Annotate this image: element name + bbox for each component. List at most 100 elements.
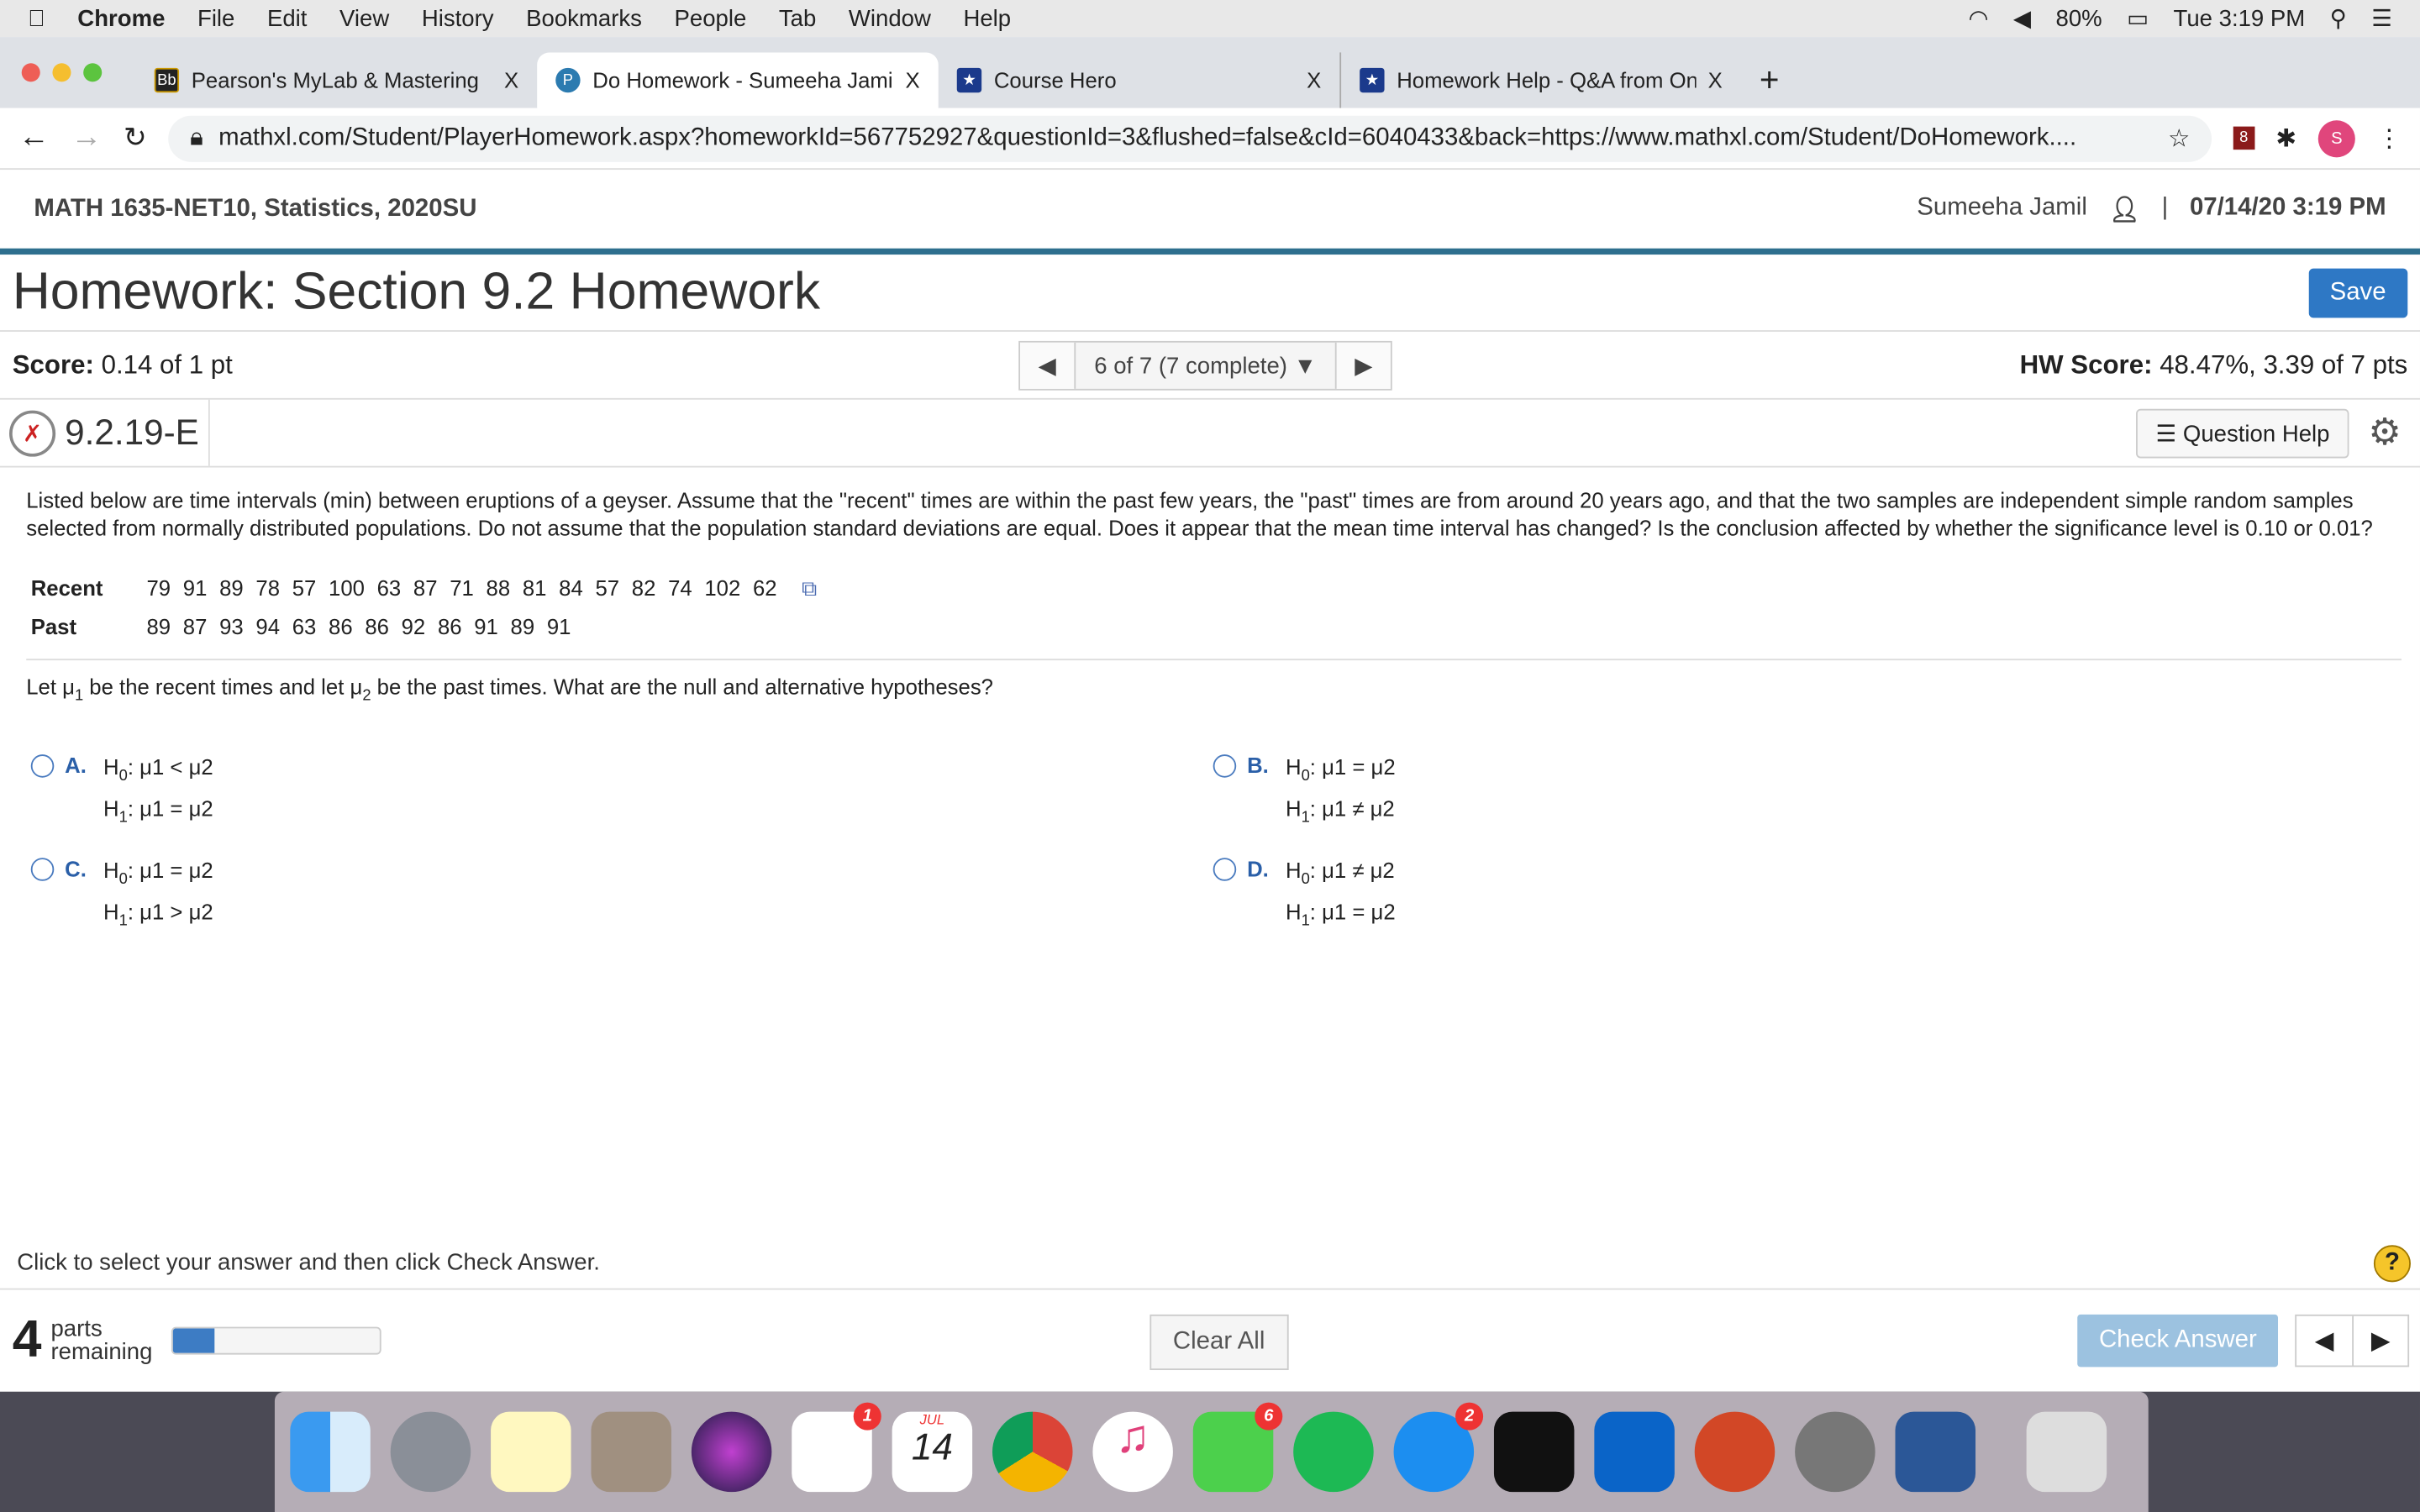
- close-tab-icon[interactable]: X: [1708, 68, 1723, 92]
- menu-view[interactable]: View: [339, 5, 389, 31]
- app-store-icon[interactable]: 2: [1393, 1402, 1484, 1493]
- siri-icon[interactable]: [691, 1411, 772, 1493]
- volume-icon[interactable]: ◀: [2013, 5, 2031, 33]
- close-tab-icon[interactable]: X: [1307, 68, 1321, 92]
- data-value: 87: [413, 575, 438, 601]
- help-button[interactable]: ?: [2373, 1245, 2411, 1283]
- notes-icon[interactable]: [491, 1411, 571, 1493]
- answer-option-d[interactable]: D. H0: μ1 ≠ μ2 H1: μ1 = μ2: [1213, 855, 2294, 937]
- menu-help[interactable]: Help: [963, 5, 1011, 31]
- new-tab-button[interactable]: +: [1741, 52, 1802, 108]
- blackboard-icon: Bb: [154, 67, 180, 93]
- back-icon[interactable]: ←: [18, 120, 50, 155]
- battery-icon[interactable]: ▭: [2127, 5, 2149, 33]
- menu-people[interactable]: People: [675, 5, 747, 31]
- radio-button[interactable]: [30, 858, 55, 882]
- check-answer-button[interactable]: Check Answer: [2077, 1314, 2279, 1368]
- next-button[interactable]: ▶: [2352, 1315, 2407, 1366]
- launchpad-icon[interactable]: [390, 1411, 471, 1493]
- data-value: 89: [219, 575, 244, 601]
- spotify-icon[interactable]: [1293, 1411, 1374, 1493]
- calculator-icon[interactable]: [591, 1411, 671, 1493]
- calendar-icon[interactable]: JUL 14: [892, 1411, 973, 1493]
- reload-icon[interactable]: ↻: [124, 122, 147, 155]
- system-preferences-icon[interactable]: [1795, 1411, 1876, 1493]
- tab-pearson[interactable]: Bb Pearson's MyLab & Mastering X: [136, 52, 538, 108]
- tab-course-hero[interactable]: ★ Course Hero X: [939, 52, 1340, 108]
- chrome-icon[interactable]: [992, 1411, 1073, 1493]
- minimize-window-button[interactable]: [52, 63, 71, 82]
- data-value: 81: [522, 575, 547, 601]
- data-value: 57: [292, 575, 317, 601]
- pearson-icon: P: [555, 67, 581, 93]
- prev-button[interactable]: ◀: [2296, 1316, 2352, 1366]
- radio-button[interactable]: [1213, 753, 1237, 778]
- kindle-icon[interactable]: [1493, 1411, 1575, 1493]
- facetime-icon[interactable]: 6: [1192, 1402, 1283, 1493]
- apple-icon[interactable]: : [28, 5, 45, 31]
- list-icon[interactable]: ☰: [2371, 5, 2392, 33]
- music-icon[interactable]: ♫: [1092, 1411, 1173, 1493]
- data-value: 100: [329, 575, 365, 601]
- data-value: 92: [401, 614, 426, 639]
- tab-homework-help[interactable]: ★Homework Help - Q&A from OnlineX: [1339, 52, 1741, 108]
- instruction-hint: Click to select your answer and then cli…: [17, 1249, 600, 1276]
- search-icon[interactable]: ⚲: [2330, 5, 2347, 33]
- data-value: 84: [559, 575, 583, 601]
- parts-remaining: 4 parts remaining: [12, 1310, 153, 1369]
- clock[interactable]: Tue 3:19 PM: [2174, 5, 2306, 31]
- reminders-icon[interactable]: 1: [792, 1402, 881, 1493]
- data-value: 94: [255, 614, 281, 639]
- menu-bookmarks[interactable]: Bookmarks: [526, 5, 642, 31]
- word-icon[interactable]: [1895, 1411, 1976, 1493]
- extension-icon[interactable]: 8: [2233, 126, 2254, 150]
- tab-do-homework[interactable]: P Do Homework - Sumeeha Jamil X: [537, 52, 939, 108]
- course-hero-icon: ★: [1360, 67, 1385, 93]
- menu-file[interactable]: File: [197, 5, 234, 31]
- profile-avatar[interactable]: S: [2317, 119, 2355, 157]
- data-value: 74: [668, 575, 692, 601]
- bookmark-star-icon[interactable]: ☆: [2168, 123, 2190, 154]
- forward-icon[interactable]: →: [71, 120, 102, 155]
- close-tab-icon[interactable]: X: [504, 68, 518, 92]
- clear-all-button[interactable]: Clear All: [1150, 1314, 1288, 1371]
- next-question-button[interactable]: ▶: [1334, 342, 1392, 389]
- menu-edit[interactable]: Edit: [267, 5, 307, 31]
- answer-option-a[interactable]: A. H0: μ1 < μ2 H1: μ1 = μ2: [30, 751, 1213, 833]
- close-window-button[interactable]: [21, 63, 40, 82]
- finder-icon[interactable]: [290, 1411, 371, 1493]
- chrome-menu-icon[interactable]: ⋮: [2377, 123, 2402, 154]
- outlook-icon[interactable]: [1594, 1411, 1675, 1493]
- menu-history[interactable]: History: [422, 5, 494, 31]
- score-value: 0.14 of 1 pt: [101, 349, 233, 379]
- user-name[interactable]: Sumeeha Jamil: [1917, 194, 2087, 225]
- data-value: 63: [376, 575, 402, 601]
- battery-percent[interactable]: 80%: [2056, 5, 2102, 31]
- url-input[interactable]: 🔒︎ mathxl.com/Student/PlayerHomework.aspx…: [168, 114, 2212, 161]
- prev-question-button[interactable]: ◀: [1020, 342, 1076, 389]
- data-value: 91: [474, 614, 498, 639]
- menu-tab[interactable]: Tab: [779, 5, 816, 31]
- data-value: 63: [292, 614, 317, 639]
- mac-menubar:  Chrome File Edit View History Bookmark…: [0, 0, 2420, 38]
- save-button[interactable]: Save: [2307, 267, 2408, 318]
- answer-option-c[interactable]: C. H0: μ1 = μ2 H1: μ1 > μ2: [30, 855, 1213, 937]
- powerpoint-icon[interactable]: [1694, 1411, 1776, 1493]
- radio-button[interactable]: [1213, 858, 1237, 882]
- data-value: 86: [437, 614, 462, 639]
- close-tab-icon[interactable]: X: [906, 68, 920, 92]
- data-value: 91: [182, 575, 208, 601]
- question-select[interactable]: 6 of 7 (7 complete) ▼: [1076, 343, 1335, 389]
- menu-window[interactable]: Window: [849, 5, 931, 31]
- zoom-window-button[interactable]: [83, 63, 103, 82]
- data-value: 89: [510, 614, 535, 639]
- wifi-icon[interactable]: ◠: [1968, 5, 1988, 33]
- answer-option-b[interactable]: B. H0: μ1 = μ2 H1: μ1 ≠ μ2: [1213, 751, 2294, 833]
- menu-app[interactable]: Chrome: [77, 5, 165, 31]
- trash-icon[interactable]: [2026, 1411, 2107, 1493]
- question-help-button[interactable]: ☰ Question Help: [2135, 407, 2350, 458]
- copy-data-icon[interactable]: ⧉: [802, 574, 817, 601]
- extensions-puzzle-icon[interactable]: ✱: [2275, 123, 2296, 154]
- gear-icon[interactable]: ⚙: [2368, 411, 2402, 455]
- radio-button[interactable]: [30, 753, 55, 778]
